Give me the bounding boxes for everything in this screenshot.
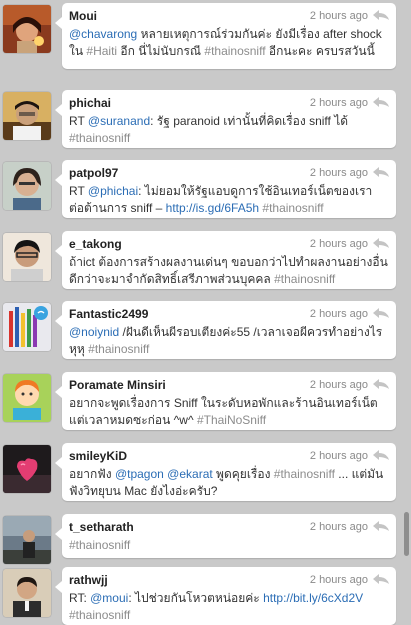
mention-link[interactable]: @phichai [88,184,138,198]
timestamp[interactable]: 2 hours ago [310,238,368,250]
scrollbar[interactable] [402,0,411,625]
mention-link[interactable]: @noiynid [69,325,119,339]
avatar[interactable] [3,374,51,422]
tweet-text-segment: อยากฟัง [69,467,115,481]
tweet-bubble: e_takong 2 hours ago ถ้าict ต้องการสร้าง… [55,231,396,289]
username[interactable]: rathwjj [69,573,108,587]
mention-link[interactable]: @ekarat [167,467,213,481]
tweet-bubble: patpol97 2 hours ago RT @phichai: ไม่ยอม… [55,160,396,218]
mention-link[interactable]: @tpagon [115,467,164,481]
url-link[interactable]: http://bit.ly/6cXd2V [263,591,363,605]
username[interactable]: patpol97 [69,166,118,180]
tweet-item: Poramate Minsiri 2 hours ago อยากจะพูดเร… [0,372,400,430]
tweet-text: อยากจะพูดเรื่องการ Sniff ในระดับหอพักและ… [69,395,389,429]
tweet-text: RT: @moui: ไปช่วยกันโหวตหน่อยค่ะ http://… [69,590,389,624]
timestamp[interactable]: 2 hours ago [310,10,368,22]
mention-link[interactable]: @suranand [88,114,150,128]
tweet-bubble: phichai 2 hours ago RT @suranand: รัฐ pa… [55,90,396,148]
username[interactable]: e_takong [69,237,122,251]
tweet-item: t_setharath 2 hours ago #thainosniff [0,514,400,564]
avatar[interactable] [3,233,51,281]
tweet-text: RT @suranand: รัฐ paranoid เท่านั้นที่คิ… [69,113,389,147]
tweet-item: Moui 2 hours ago @chavarong หลายเหตุการณ… [0,3,400,69]
tweet-text-segment: ถ้าict ต้องการสร้างผลงานเด่นๆ ขอบอกว่าไป… [69,255,388,286]
username[interactable]: Poramate Minsiri [69,378,166,392]
username[interactable]: phichai [69,96,111,110]
mention-link[interactable]: @moui [90,591,128,605]
reply-arrow-icon[interactable] [372,520,390,532]
tweet-text: ถ้าict ต้องการสร้างผลงานเด่นๆ ขอบอกว่าไป… [69,254,389,288]
tweet-bubble: Poramate Minsiri 2 hours ago อยากจะพูดเร… [55,372,396,430]
reply-arrow-icon[interactable] [372,449,390,461]
reply-arrow-icon[interactable] [372,96,390,108]
tweet-bubble: t_setharath 2 hours ago #thainosniff [55,514,396,558]
tweet-text: RT @phichai: ไม่ยอมให้รัฐแอบดูการใช้อินเ… [69,183,389,217]
username[interactable]: t_setharath [69,520,134,534]
timestamp[interactable]: 2 hours ago [310,379,368,391]
tweet-bubble: Fantastic2499 2 hours ago @noiynid /ฝันด… [55,301,396,359]
tweet-item: e_takong 2 hours ago ถ้าict ต้องการสร้าง… [0,231,400,289]
avatar[interactable] [3,5,51,53]
tweet-text-segment: : รัฐ paranoid เท่านั้นที่คิดเรื่อง snif… [150,114,349,128]
scrollbar-thumb[interactable] [404,512,409,556]
avatar[interactable] [3,516,51,564]
hashtag-link[interactable]: #Haiti [86,44,117,58]
reply-arrow-icon[interactable] [372,237,390,249]
hashtag-link[interactable]: #thainosniff [274,467,335,481]
timestamp[interactable]: 2 hours ago [310,308,368,320]
tweet-item: Fantastic2499 2 hours ago @noiynid /ฝันด… [0,301,400,359]
hashtag-link[interactable]: #thainosniff [69,131,130,145]
tweet-text: อยากฟัง @tpagon @ekarat พูดคุยเรื่อง #th… [69,466,389,500]
tweet-text-segment: อีก นี่ไม่นับกรณี [117,44,205,58]
timestamp[interactable]: 2 hours ago [310,97,368,109]
avatar[interactable] [3,445,51,493]
tweet-text-segment: พูดคุยเรื่อง [212,467,274,481]
tweet-bubble: rathwjj 2 hours ago RT: @moui: ไปช่วยกัน… [55,567,396,625]
tweet-text-segment: RT: [69,591,91,605]
reply-arrow-icon[interactable] [372,378,390,390]
username[interactable]: Fantastic2499 [69,307,148,321]
url-link[interactable]: http://is.gd/6FA5h [166,201,259,215]
tweet-bubble: smileyKiD 2 hours ago อยากฟัง @tpagon @e… [55,443,396,501]
hashtag-link[interactable]: #thainosniff [69,538,130,552]
username[interactable]: smileyKiD [69,449,127,463]
hashtag-link[interactable]: #ThaiNoSniff [197,413,266,427]
timestamp[interactable]: 2 hours ago [310,521,368,533]
timestamp[interactable]: 2 hours ago [310,167,368,179]
avatar[interactable] [3,303,51,351]
username[interactable]: Moui [69,9,97,23]
tweet-item: phichai 2 hours ago RT @suranand: รัฐ pa… [0,90,400,148]
tweet-text-segment: อีกนะคะ ครบรสวันนี้ [265,44,375,58]
hashtag-link[interactable]: #thainosniff [204,44,265,58]
hashtag-link[interactable]: #thainosniff [88,342,149,356]
tweet-text: @noiynid /ฝันดีเห็นผีรอบเตียงค่ะ55 /เวลา… [69,324,389,358]
tweet-item: rathwjj 2 hours ago RT: @moui: ไปช่วยกัน… [0,567,400,625]
tweet-text-segment: RT [69,114,88,128]
reply-arrow-icon[interactable] [372,307,390,319]
tweet-item: smileyKiD 2 hours ago อยากฟัง @tpagon @e… [0,443,400,501]
tweet-text: @chavarong หลายเหตุการณ์ร่วมกันค่ะ ยังมี… [69,26,389,60]
tweet-item: patpol97 2 hours ago RT @phichai: ไม่ยอม… [0,160,400,218]
hashtag-link[interactable]: #thainosniff [274,272,335,286]
tweet-feed: Moui 2 hours ago @chavarong หลายเหตุการณ… [0,0,400,625]
hashtag-link[interactable]: #thainosniff [69,608,130,622]
tweet-text: #thainosniff [69,537,389,554]
avatar[interactable] [3,569,51,617]
hashtag-link[interactable]: #thainosniff [262,201,323,215]
avatar[interactable] [3,162,51,210]
tweet-text-segment: RT [69,184,88,198]
tweet-text-segment: : ไปช่วยกันโหวตหน่อยค่ะ [128,591,264,605]
avatar[interactable] [3,92,51,140]
timestamp[interactable]: 2 hours ago [310,574,368,586]
reply-arrow-icon[interactable] [372,166,390,178]
tweet-bubble: Moui 2 hours ago @chavarong หลายเหตุการณ… [55,3,396,69]
mention-link[interactable]: @chavarong [69,27,137,41]
reply-arrow-icon[interactable] [372,9,390,21]
reply-arrow-icon[interactable] [372,573,390,585]
timestamp[interactable]: 2 hours ago [310,450,368,462]
